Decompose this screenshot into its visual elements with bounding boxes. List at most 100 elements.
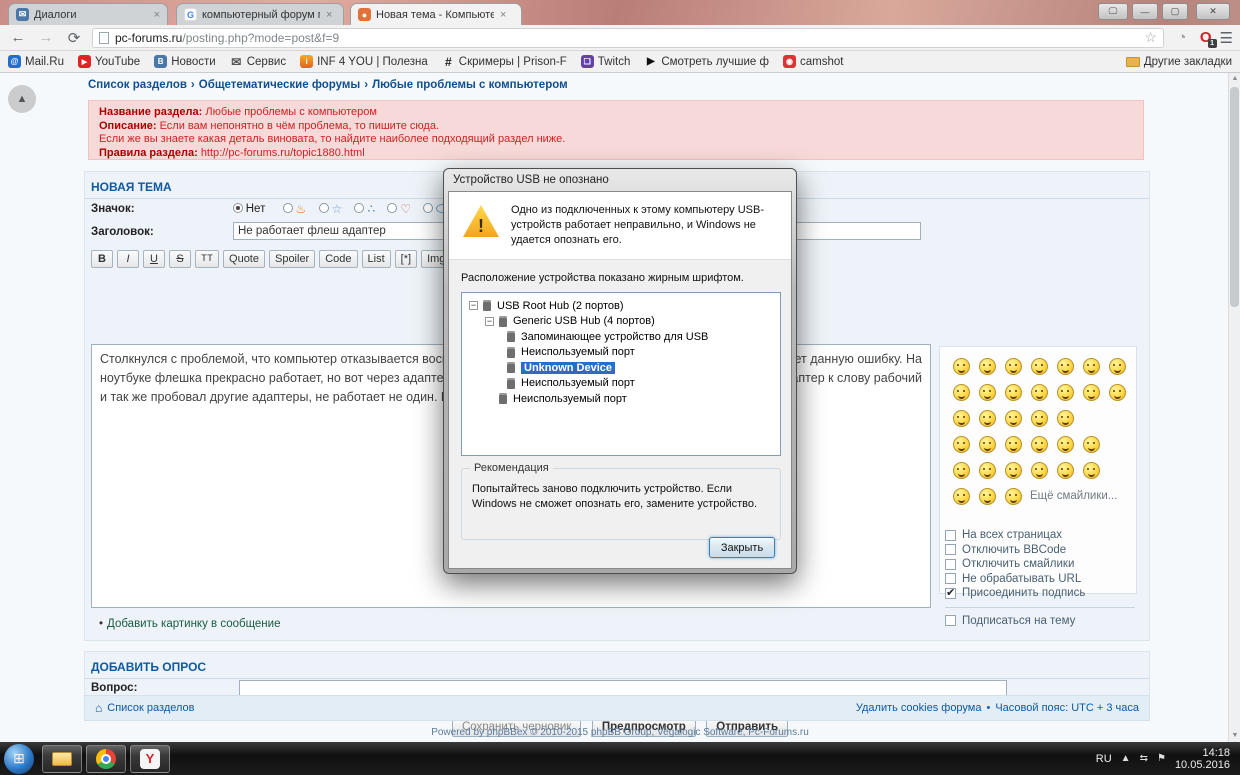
icon-radio-star[interactable] — [318, 203, 329, 213]
smiley-icon[interactable] — [1056, 435, 1074, 453]
more-smileys-link[interactable]: Ещё смайлики... — [1030, 490, 1117, 502]
chrome-menu-icon[interactable]: ☰ — [1220, 29, 1233, 47]
other-bookmarks[interactable]: Другие закладки — [1125, 56, 1232, 68]
smiley-icon[interactable] — [978, 461, 996, 479]
rules-link[interactable]: http://pc-forums.ru/topic1880.html — [201, 147, 365, 159]
board-index-link[interactable]: Список разделов — [107, 702, 194, 714]
taskbar-yandex-icon[interactable]: Y — [130, 744, 170, 773]
scrollbar-thumb[interactable] — [1230, 87, 1239, 307]
bookmark-news[interactable]: В Новости — [154, 55, 216, 68]
smiley-icon[interactable] — [978, 383, 996, 401]
bookmark-camshot[interactable]: ◉ camshot — [782, 55, 843, 68]
tab-close-icon[interactable]: × — [326, 9, 332, 21]
smiley-icon[interactable] — [952, 357, 970, 375]
action-center-flag-icon[interactable]: ⚑ — [1157, 753, 1166, 764]
smiley-icon[interactable] — [1082, 383, 1100, 401]
bookmark-watch-best[interactable]: ▶ Смотреть лучшие ф — [644, 55, 769, 68]
scroll-down-icon[interactable]: ▼ — [1229, 730, 1240, 742]
spoiler-button[interactable]: Spoiler — [268, 250, 316, 268]
tab-close-icon[interactable]: × — [500, 9, 506, 21]
collapse-icon[interactable]: − — [485, 316, 494, 326]
smiley-icon[interactable] — [1004, 487, 1022, 505]
smiley-icon[interactable] — [1108, 383, 1126, 401]
tree-item[interactable]: Неиспользуемый порт — [513, 393, 627, 405]
list-button[interactable]: List — [361, 250, 391, 268]
bookmark-mailru[interactable]: @ Mail.Ru — [8, 55, 64, 68]
usb-device-tree[interactable]: − USB Root Hub (2 портов) − Generic USB Hu… — [461, 292, 781, 456]
smiley-icon[interactable] — [1030, 409, 1048, 427]
icon-radio-bubble[interactable] — [423, 203, 434, 213]
icon-radio-none[interactable] — [232, 203, 243, 213]
dialog-title[interactable]: Устройство USB не опознано — [444, 169, 796, 191]
bookmark-youtube[interactable]: ▶ YouTube — [77, 55, 140, 68]
strikethrough-button[interactable]: S — [169, 250, 191, 268]
tree-item-selected[interactable]: Unknown Device — [521, 361, 616, 374]
checkbox-no-url-parse[interactable] — [945, 573, 956, 585]
bookmark-screamers[interactable]: # Скримеры | Prison-F — [442, 55, 567, 69]
smiley-icon[interactable] — [1108, 357, 1126, 375]
add-image-link[interactable]: • Добавить картинку в сообщение — [99, 618, 280, 630]
icon-radio-flame[interactable] — [282, 203, 293, 213]
dialog-close-button[interactable]: Закрыть — [709, 537, 775, 558]
odnoklassniki-extension-icon[interactable]: O1 — [1200, 29, 1217, 48]
breadcrumb-link-category[interactable]: Общетематические форумы — [199, 79, 360, 91]
smiley-icon[interactable] — [1082, 435, 1100, 453]
reload-icon[interactable]: ⟳ — [64, 29, 84, 47]
bookmark-twitch[interactable]: ❏ Twitch — [580, 55, 630, 68]
smiley-icon[interactable] — [1056, 357, 1074, 375]
extension-icon[interactable]: ◔ — [1172, 29, 1192, 46]
icon-radio-dots[interactable] — [354, 203, 365, 213]
smiley-icon[interactable] — [952, 435, 970, 453]
icon-radio-heart[interactable] — [387, 203, 398, 213]
code-button[interactable]: Code — [319, 250, 358, 268]
screenshot-tool-icon[interactable]: 🖵 — [1098, 3, 1128, 20]
smiley-icon[interactable] — [1004, 435, 1022, 453]
collapse-icon[interactable]: − — [469, 301, 478, 311]
page-scrollbar[interactable]: ▲ ▼ — [1228, 73, 1240, 742]
smiley-icon[interactable] — [978, 487, 996, 505]
list-item-button[interactable]: [*] — [394, 250, 418, 268]
smiley-icon[interactable] — [1004, 409, 1022, 427]
forward-icon[interactable]: → — [36, 29, 56, 46]
tab-google-search[interactable]: G компьютерный форум п × — [176, 3, 344, 25]
smiley-icon[interactable] — [1030, 435, 1048, 453]
clock[interactable]: 14:18 10.05.2016 — [1175, 747, 1230, 771]
tree-item[interactable]: Неиспользуемый порт — [521, 377, 635, 389]
bookmark-star-icon[interactable]: ☆ — [1144, 29, 1157, 46]
tree-item[interactable]: Generic USB Hub (4 портов) — [513, 315, 655, 327]
close-button[interactable]: ✕ — [1196, 3, 1230, 20]
teletype-button[interactable]: TT — [195, 250, 220, 268]
bookmark-inf4you[interactable]: i INF 4 YOU | Полезна — [300, 55, 428, 68]
smiley-icon[interactable] — [978, 435, 996, 453]
quote-button[interactable]: Quote — [223, 250, 265, 268]
smiley-icon[interactable] — [1056, 409, 1074, 427]
smiley-icon[interactable] — [1004, 461, 1022, 479]
tree-item[interactable]: Запоминающее устройство для USB — [521, 331, 708, 343]
delete-cookies-link[interactable]: Удалить cookies форума — [856, 702, 982, 714]
italic-button[interactable]: I — [117, 250, 139, 268]
tab-dialogs[interactable]: ✉ Диалоги × — [8, 3, 168, 25]
smiley-icon[interactable] — [1030, 461, 1048, 479]
checkbox-attach-signature[interactable] — [945, 586, 956, 599]
bold-button[interactable]: B — [91, 250, 113, 268]
smiley-icon[interactable] — [1030, 357, 1048, 375]
smiley-icon[interactable] — [1082, 357, 1100, 375]
scroll-up-icon[interactable]: ▲ — [1229, 73, 1240, 85]
smiley-icon[interactable] — [1004, 383, 1022, 401]
minimize-button[interactable]: — — [1132, 3, 1158, 20]
smiley-icon[interactable] — [1004, 357, 1022, 375]
network-icon[interactable]: ⇆ — [1140, 753, 1148, 764]
smiley-icon[interactable] — [978, 409, 996, 427]
tree-item[interactable]: USB Root Hub (2 портов) — [497, 300, 624, 312]
tree-item[interactable]: Неиспользуемый порт — [521, 346, 635, 358]
taskbar-explorer-icon[interactable] — [42, 744, 82, 773]
checkbox-disable-bbcode[interactable] — [945, 544, 956, 556]
checkbox-disable-smilies[interactable] — [945, 558, 956, 570]
maximize-button[interactable]: ▢ — [1162, 3, 1188, 20]
bookmark-service[interactable]: ✉ Сервис — [230, 55, 286, 69]
smiley-icon[interactable] — [1056, 383, 1074, 401]
smiley-icon[interactable] — [952, 461, 970, 479]
checkbox-subscribe-topic[interactable] — [945, 615, 956, 627]
language-indicator[interactable]: RU — [1096, 753, 1112, 765]
taskbar-chrome-icon[interactable] — [86, 744, 126, 773]
